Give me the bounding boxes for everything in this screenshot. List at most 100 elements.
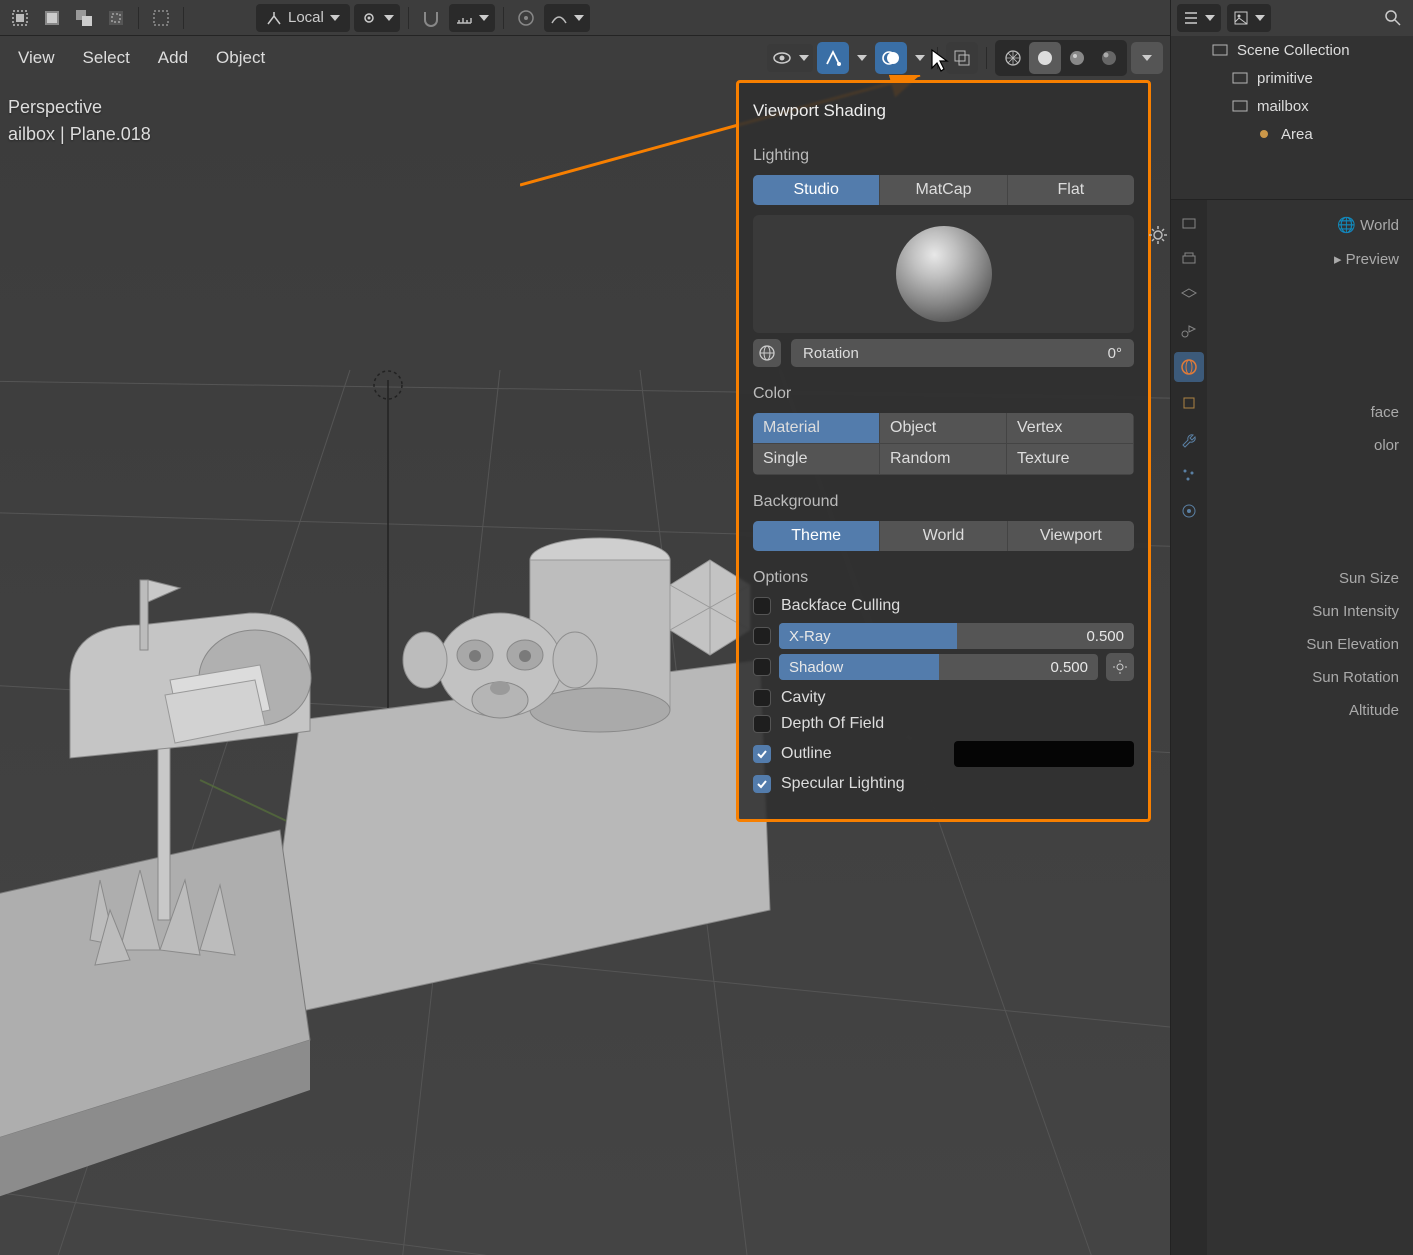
tab-scene[interactable] [1174,316,1204,346]
dof-label: Depth Of Field [781,715,884,733]
orientation-label: Local [288,9,324,26]
lighting-heading: Lighting [753,147,1134,165]
chevron-down-icon[interactable] [915,55,925,61]
color-texture[interactable]: Texture [1007,444,1134,475]
tab-render[interactable] [1174,208,1204,238]
backface-label: Backface Culling [781,597,900,615]
pivot-dropdown[interactable] [354,4,400,32]
outliner-root[interactable]: Scene Collection [1171,36,1413,64]
chevron-down-icon [384,15,394,21]
altitude-field[interactable]: Altitude [1207,694,1413,727]
bg-viewport[interactable]: Viewport [1008,521,1134,551]
xray-slider[interactable]: X-Ray 0.500 [779,623,1134,649]
outline-color-swatch[interactable] [954,741,1134,767]
tab-particles[interactable] [1174,460,1204,490]
snap-dropdown[interactable] [449,4,495,32]
shading-rendered[interactable] [1093,42,1125,74]
bg-theme[interactable]: Theme [753,521,880,551]
color-random[interactable]: Random [880,444,1007,475]
color-material[interactable]: Material [753,413,880,444]
gear-icon [1112,659,1128,675]
tab-output[interactable] [1174,244,1204,274]
specular-label: Specular Lighting [781,775,905,793]
tab-physics[interactable] [1174,496,1204,526]
right-sidebar: Scene Collection primitive mailbox Area [1170,0,1413,1255]
shading-dropdown-toggle[interactable] [1131,42,1163,74]
dof-checkbox[interactable] [753,715,771,733]
world-datablock[interactable]: 🌐 World [1207,208,1413,242]
sun-rotation-field[interactable]: Sun Rotation [1207,661,1413,694]
add-menu[interactable]: Add [146,42,200,74]
active-object-label: ailbox | Plane.018 [8,121,151,148]
backface-checkbox[interactable] [753,597,771,615]
xray-checkbox[interactable] [753,627,771,645]
tab-viewlayer[interactable] [1174,280,1204,310]
overlays-toggle[interactable] [875,42,907,74]
cavity-label: Cavity [781,689,825,707]
outliner-item[interactable]: Area [1171,120,1413,148]
select-invert-icon[interactable] [102,4,130,32]
preview-panel[interactable]: ▸ Preview [1207,242,1413,276]
select-box-icon[interactable] [38,4,66,32]
projection-label: Perspective [8,94,151,121]
visibility-dropdown[interactable] [767,44,813,72]
xray-toggle[interactable] [946,42,978,74]
lighting-matcap[interactable]: MatCap [880,175,1007,205]
rendered-icon [1099,48,1119,68]
shadow-slider[interactable]: Shadow 0.500 [779,654,1098,680]
proportional-edit-icon[interactable] [512,4,540,32]
shadow-settings[interactable] [1106,653,1134,681]
lighting-segment: Studio MatCap Flat [753,175,1134,205]
axis-icon [266,10,282,26]
view-menu[interactable]: View [6,42,67,74]
preview-sphere [896,226,992,322]
shading-material[interactable] [1061,42,1093,74]
cavity-checkbox[interactable] [753,689,771,707]
chevron-down-icon[interactable] [857,55,867,61]
outliner-search[interactable] [1379,4,1407,32]
select-intersect-icon[interactable] [70,4,98,32]
search-icon [1384,9,1402,27]
lighting-flat[interactable]: Flat [1008,175,1134,205]
snap-toggle-icon[interactable] [417,4,445,32]
outline-checkbox[interactable] [753,745,771,763]
lighting-studio[interactable]: Studio [753,175,880,205]
tab-modifiers[interactable] [1174,424,1204,454]
sun-elevation-field[interactable]: Sun Elevation [1207,628,1413,661]
sun-size-field[interactable]: Sun Size [1207,562,1413,595]
world-space-toggle[interactable] [753,339,781,367]
bg-world[interactable]: World [880,521,1007,551]
check-icon [756,748,768,760]
select-visible-icon[interactable] [147,4,175,32]
shading-wireframe[interactable] [997,42,1029,74]
collection-icon [1231,69,1249,87]
outliner-display-dropdown[interactable] [1177,4,1221,32]
tab-world[interactable] [1174,352,1204,382]
color-vertex[interactable]: Vertex [1007,413,1134,444]
layers-icon [1180,286,1198,304]
outliner-item[interactable]: primitive [1171,64,1413,92]
shading-solid[interactable] [1029,42,1061,74]
sun-intensity-field[interactable]: Sun Intensity [1207,595,1413,628]
select-all-icon[interactable] [6,4,34,32]
chevron-down-icon [1205,15,1215,21]
select-menu[interactable]: Select [71,42,142,74]
rotation-label: Rotation [803,345,859,362]
tab-object[interactable] [1174,388,1204,418]
outliner-filter-dropdown[interactable] [1227,4,1271,32]
shadow-checkbox[interactable] [753,658,771,676]
outliner-item[interactable]: mailbox [1171,92,1413,120]
gizmos-toggle[interactable] [817,42,849,74]
orientation-dropdown[interactable]: Local [256,4,350,32]
color-single[interactable]: Single [753,444,880,475]
chevron-down-icon [1142,55,1152,61]
falloff-dropdown[interactable] [544,4,590,32]
surface-label: face [1207,396,1413,429]
rotation-field[interactable]: Rotation 0° [791,339,1134,367]
color-object[interactable]: Object [880,413,1007,444]
check-icon [756,778,768,790]
specular-checkbox[interactable] [753,775,771,793]
studio-light-settings[interactable] [1148,225,1168,250]
object-menu[interactable]: Object [204,42,277,74]
studio-light-preview[interactable] [753,215,1134,333]
